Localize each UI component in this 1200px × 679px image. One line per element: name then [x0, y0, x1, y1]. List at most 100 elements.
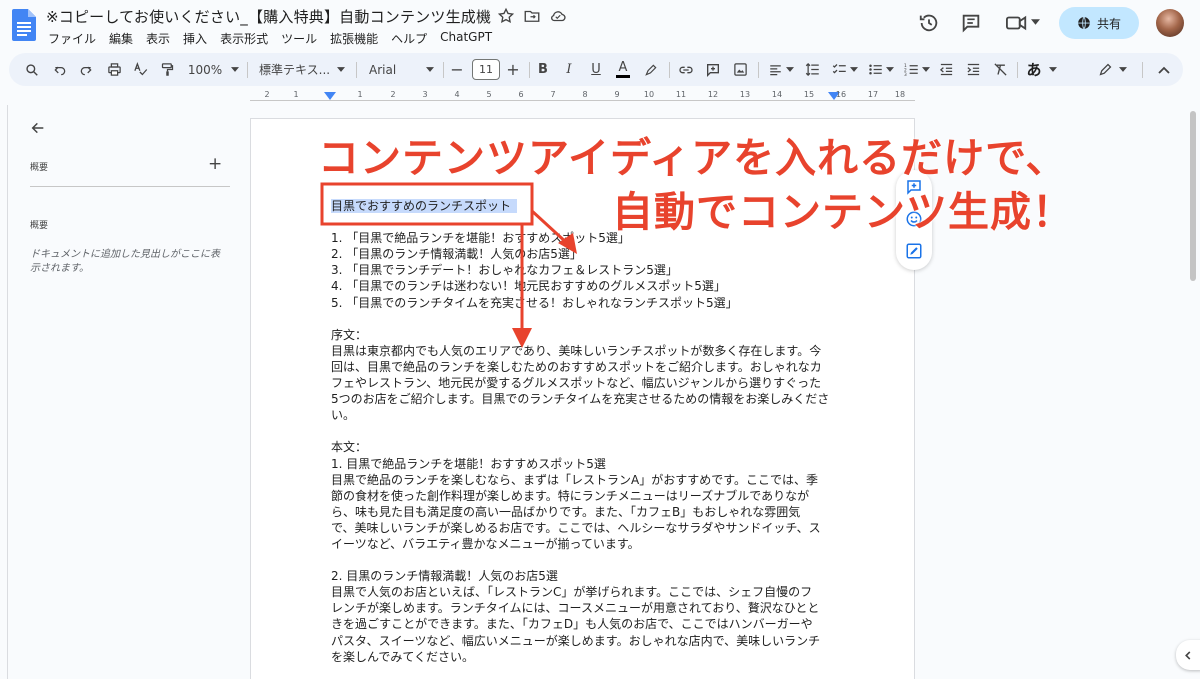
- spellcheck-icon[interactable]: [129, 53, 151, 86]
- align-icon[interactable]: [764, 53, 786, 86]
- comments-icon[interactable]: [960, 12, 982, 34]
- section1-line[interactable]: で、美味しいランチが楽しめるお店です。ここでは、ヘルシーなサラダやサンドイッチ、…: [331, 520, 831, 536]
- clear-formatting-icon[interactable]: [989, 53, 1011, 86]
- input-tools-button[interactable]: あ: [1023, 53, 1045, 86]
- menu-insert[interactable]: 挿入: [183, 30, 207, 47]
- add-outline-button[interactable]: +: [208, 154, 222, 174]
- chevron-down-icon[interactable]: [1049, 67, 1057, 72]
- chevron-down-icon[interactable]: [922, 67, 930, 72]
- highlight-color-icon[interactable]: [641, 53, 661, 86]
- section2-line[interactable]: を楽しんでみてください。: [331, 649, 831, 665]
- title-list-item[interactable]: 2. 「目黒のランチ情報満載！人気のお店5選」: [331, 246, 831, 262]
- outline-divider: [30, 186, 230, 187]
- scrollbar[interactable]: [1188, 105, 1200, 679]
- section2-paragraph: 目黒で人気のお店といえば、「レストランC」が挙げられます。ここでは、シェフ自慢の…: [331, 584, 831, 664]
- chevron-down-icon[interactable]: [426, 67, 434, 72]
- zoom-select[interactable]: 100%: [185, 53, 225, 86]
- menu-view[interactable]: 表示: [146, 30, 170, 47]
- ruler-tick-label: 1: [293, 90, 299, 99]
- input-mode-value: あ: [1026, 61, 1042, 79]
- line-spacing-icon[interactable]: [801, 53, 823, 86]
- chevron-down-icon[interactable]: [1031, 19, 1040, 25]
- section2-line[interactable]: パスタ、スイーツなど、幅広いメニューが楽しめます。おしゃれな店内で、美味しいラン…: [331, 633, 831, 649]
- body-label[interactable]: 本文：: [331, 439, 831, 455]
- numbered-list-icon[interactable]: 123: [900, 53, 922, 86]
- italic-icon[interactable]: I: [559, 53, 579, 86]
- menu-chatgpt[interactable]: ChatGPT: [440, 30, 492, 47]
- intro-line[interactable]: フェやレストラン、地元民が愛するグルメスポットなど、幅広いジャンルから選りすぐっ…: [331, 375, 831, 391]
- chevron-down-icon[interactable]: [850, 67, 858, 72]
- chevron-down-icon[interactable]: [231, 67, 239, 72]
- vertical-ruler[interactable]: [0, 105, 8, 679]
- decrease-indent-icon[interactable]: [935, 53, 957, 86]
- section2-line[interactable]: 目黒で人気のお店といえば、「レストランC」が挙げられます。ここでは、シェフ自慢の…: [331, 584, 831, 600]
- undo-icon[interactable]: [49, 53, 71, 86]
- version-history-icon[interactable]: [918, 12, 940, 34]
- document-title[interactable]: ※コピーしてお使いください_【購入特典】自動コンテンツ生成機: [46, 6, 491, 27]
- back-arrow-icon[interactable]: [30, 120, 46, 136]
- bold-icon[interactable]: B: [533, 53, 553, 86]
- menu-extensions[interactable]: 拡張機能: [330, 30, 378, 47]
- intro-line[interactable]: 目黒は東京都内でも人気のエリアであり、美味しいランチスポットが数多く存在します。…: [331, 343, 831, 359]
- intro-line[interactable]: 5つのお店をご紹介します。目黒でのランチタイムを充実させるための情報をお楽しみく…: [331, 391, 831, 407]
- section1-title[interactable]: 1. 目黒で絶品ランチを堪能！おすすめスポット5選: [331, 456, 831, 472]
- print-icon[interactable]: [103, 53, 125, 86]
- search-menus-icon[interactable]: [21, 53, 43, 86]
- ruler-tick-label: 5: [486, 90, 492, 99]
- decrease-font-size-button[interactable]: −: [449, 53, 465, 86]
- title-list-item[interactable]: 3. 「目黒でランチデート！おしゃれなカフェ＆レストラン5選」: [331, 262, 831, 278]
- move-folder-icon[interactable]: [523, 7, 541, 25]
- menu-format[interactable]: 表示形式: [220, 30, 268, 47]
- bulleted-list-icon[interactable]: [864, 53, 886, 86]
- intro-line[interactable]: 回は、目黒で絶品のランチを楽しむためのおすすめスポットをご紹介します。おしゃれな…: [331, 359, 831, 375]
- intro-label[interactable]: 序文：: [331, 327, 831, 343]
- menu-file[interactable]: ファイル: [48, 30, 96, 47]
- underline-icon[interactable]: U: [586, 53, 606, 86]
- section1-line[interactable]: 目黒で絶品のランチを楽しむなら、まずは「レストランA」がおすすめです。ここでは、…: [331, 472, 831, 488]
- suggest-edits-icon[interactable]: [905, 242, 923, 260]
- chevron-down-icon[interactable]: [337, 67, 345, 72]
- section1-line[interactable]: ら、味も見た目も満足度の高い一品ばかりです。また、「カフェB」もおしゃれな雰囲気: [331, 504, 831, 520]
- font-select[interactable]: Arial: [369, 53, 419, 86]
- chevron-down-icon[interactable]: [1119, 67, 1127, 72]
- add-comment-icon[interactable]: [702, 53, 724, 86]
- intro-line[interactable]: い。: [331, 407, 831, 423]
- editing-mode-icon[interactable]: [1094, 53, 1116, 86]
- section2-title[interactable]: 2. 目黒のランチ情報満載！人気のお店5選: [331, 568, 831, 584]
- text-color-icon[interactable]: A: [613, 53, 633, 86]
- section1-line[interactable]: イーツなど、バラエティ豊かなメニューが揃っています。: [331, 536, 831, 552]
- menu-edit[interactable]: 編集: [109, 30, 133, 47]
- share-button[interactable]: 共有: [1059, 7, 1139, 39]
- left-indent-marker-icon[interactable]: [324, 92, 336, 101]
- insert-link-icon[interactable]: [675, 53, 697, 86]
- cloud-saved-icon[interactable]: [549, 7, 567, 25]
- increase-indent-icon[interactable]: [962, 53, 984, 86]
- redo-icon[interactable]: [75, 53, 97, 86]
- insert-image-icon[interactable]: [729, 53, 751, 86]
- document-body[interactable]: 目黒でおすすめのランチスポット 1. 「目黒で絶品ランチを堪能！おすすめスポット…: [331, 198, 831, 665]
- meet-icon[interactable]: [1005, 12, 1029, 34]
- checklist-icon[interactable]: [828, 53, 850, 86]
- horizontal-ruler[interactable]: 2 1 1 2 3 4 5 6 7 8 9 10 11 12 13 14 15 16 17 18: [250, 88, 915, 104]
- docs-logo-icon[interactable]: [12, 9, 36, 41]
- title-list-item[interactable]: 5. 「目黒でのランチタイムを充実させる！おしゃれなランチスポット5選」: [331, 295, 831, 311]
- paint-format-icon[interactable]: [156, 53, 178, 86]
- scroll-thumb[interactable]: [1190, 111, 1196, 281]
- title-list-item[interactable]: 4. 「目黒でのランチは迷わない！地元民おすすめのグルメスポット5選」: [331, 278, 831, 294]
- star-icon[interactable]: [497, 7, 515, 25]
- font-size-input[interactable]: 11: [472, 59, 500, 80]
- increase-font-size-button[interactable]: +: [505, 53, 521, 86]
- chevron-down-icon[interactable]: [886, 67, 894, 72]
- explore-toggle-button[interactable]: [1176, 640, 1200, 670]
- ruler-tick-label: 10: [643, 90, 655, 99]
- paragraph-style-select[interactable]: 標準テキス...: [259, 53, 339, 86]
- chevron-down-icon[interactable]: [786, 67, 794, 72]
- section2-line[interactable]: レンチが楽しめます。ランチタイムには、コースメニューが用意されており、贅沢なひと…: [331, 600, 831, 616]
- menu-tools[interactable]: ツール: [281, 30, 317, 47]
- hide-menus-icon[interactable]: [1153, 53, 1175, 86]
- menu-help[interactable]: ヘルプ: [391, 30, 427, 47]
- ruler-tick-label: 11: [675, 90, 687, 99]
- section2-line[interactable]: きを過ごすことができます。また、「カフェD」も人気のお店で、ここではハンバーガー…: [331, 616, 831, 632]
- section1-line[interactable]: 節の食材を使った創作料理が楽しめます。特にランチメニューはリーズナブルでありなが: [331, 488, 831, 504]
- avatar[interactable]: [1156, 9, 1184, 37]
